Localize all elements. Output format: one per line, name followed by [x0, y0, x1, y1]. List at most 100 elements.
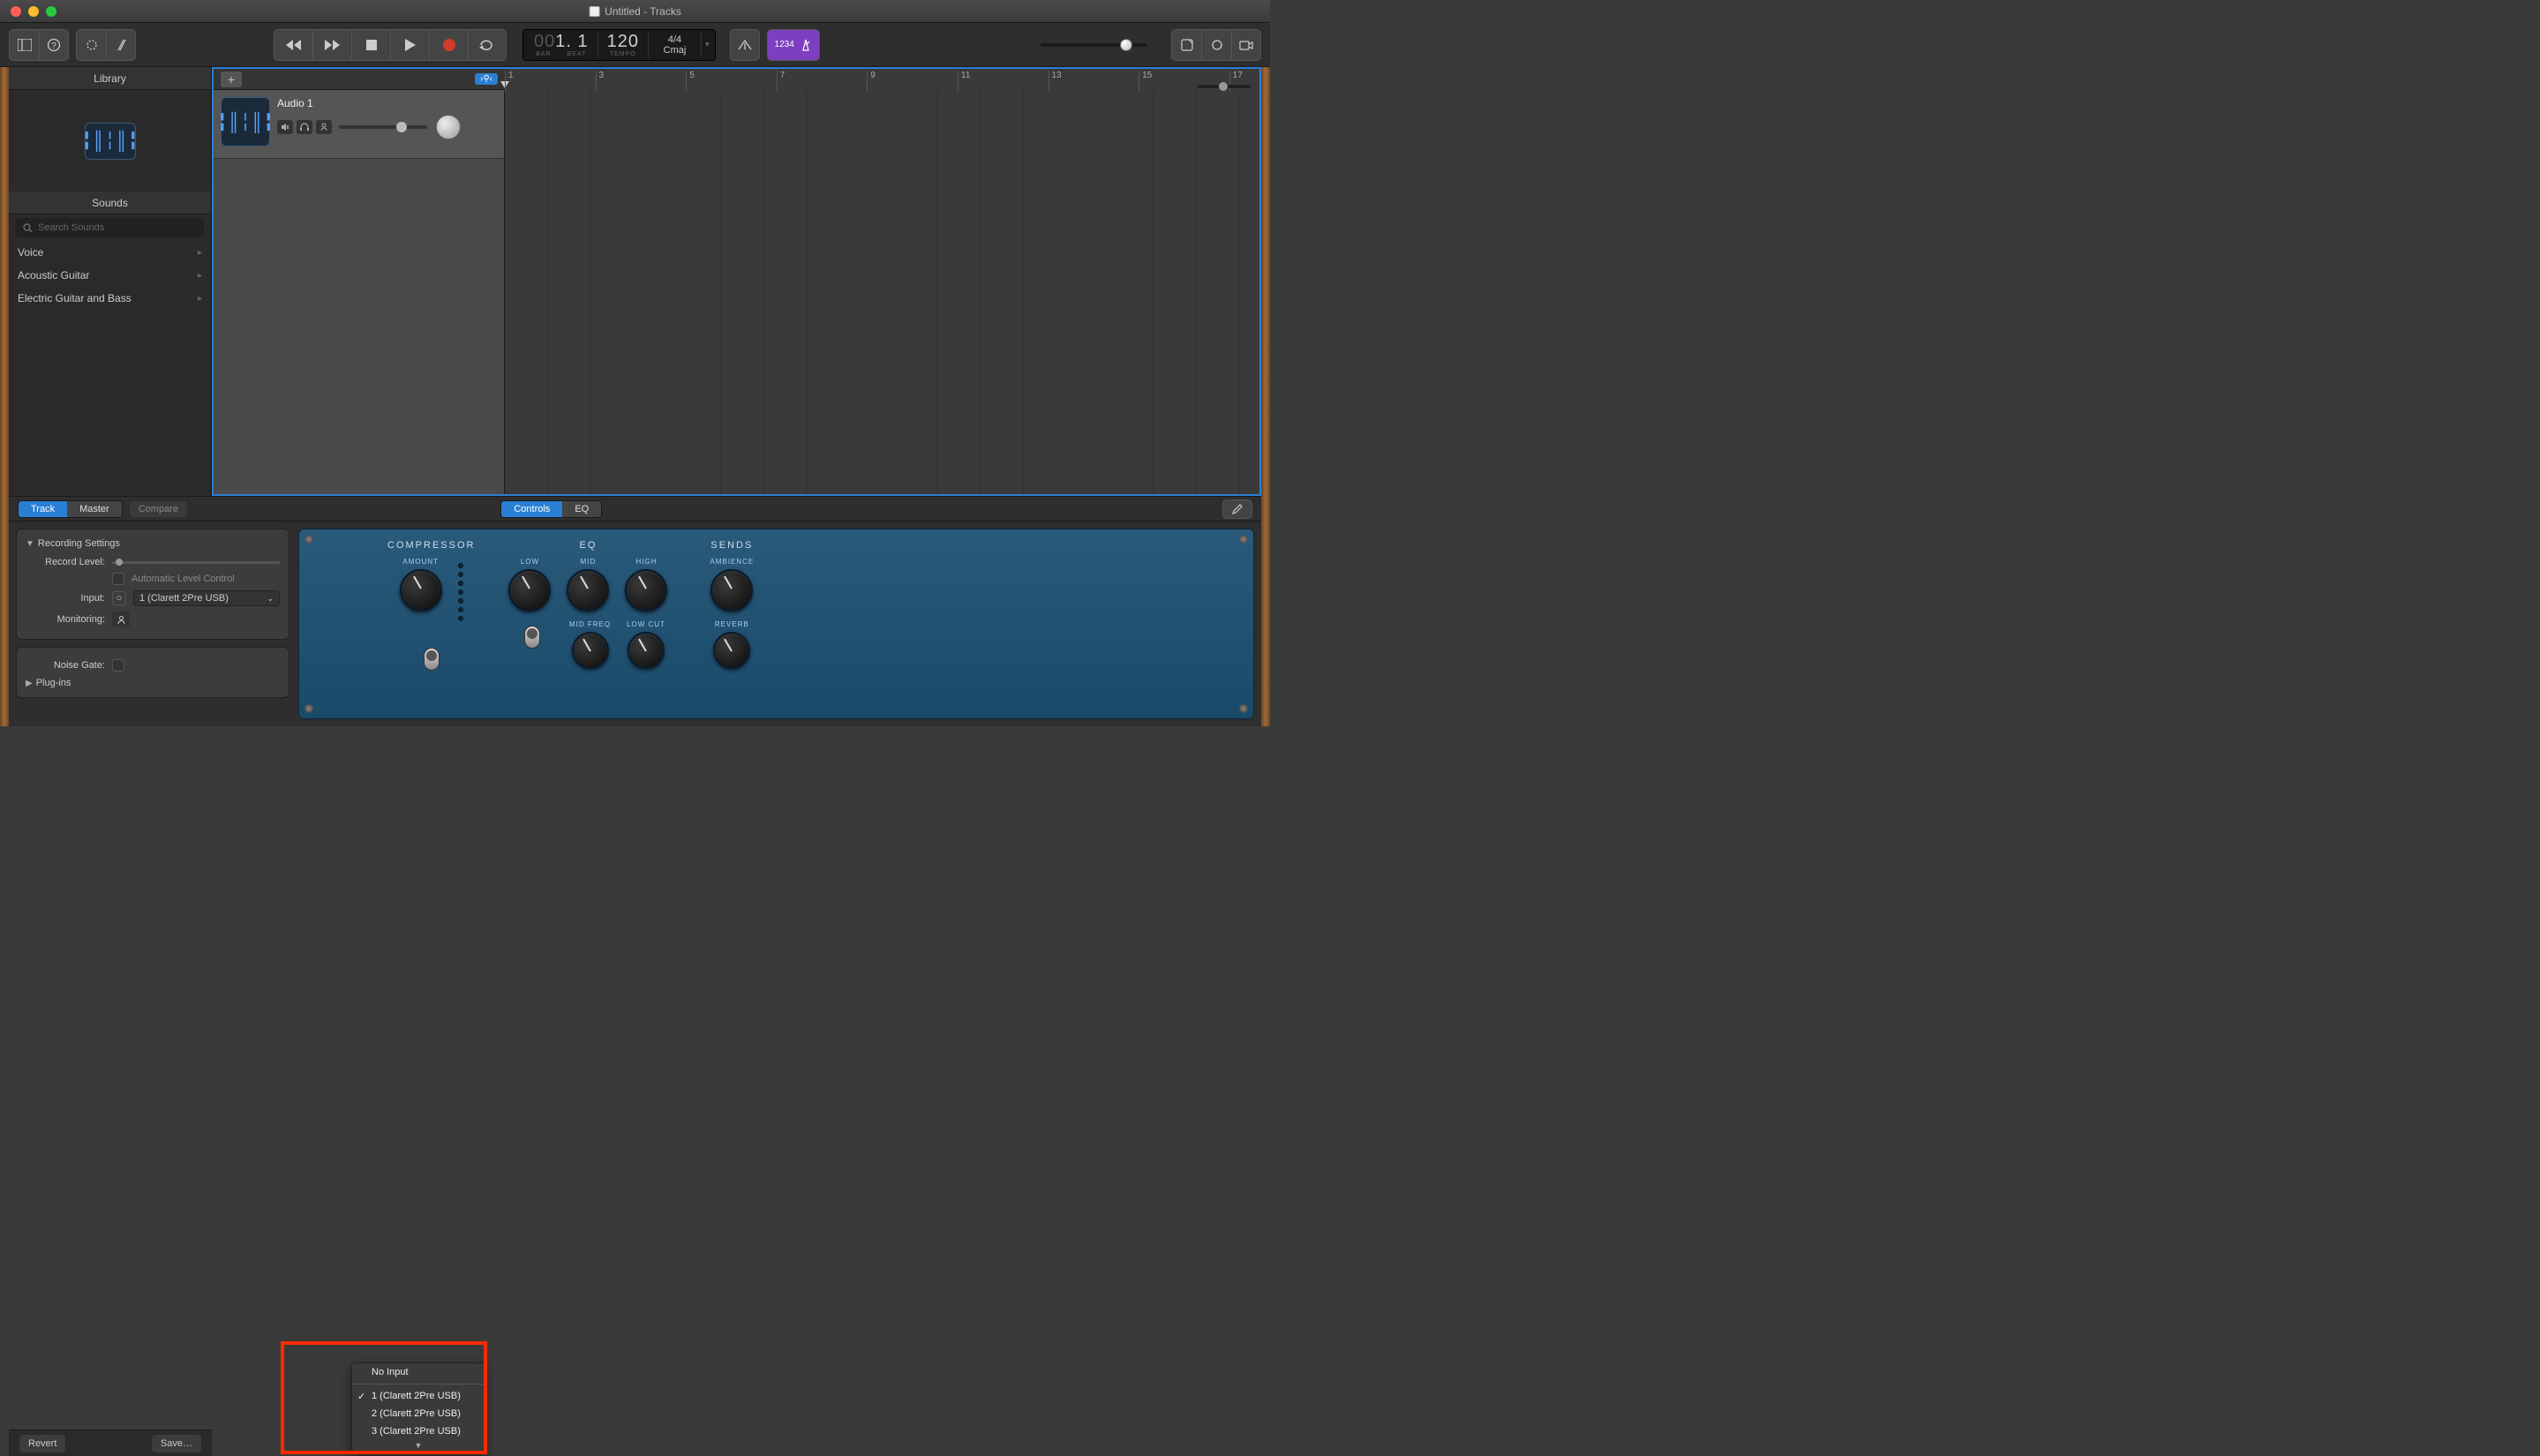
- bar-number: 13: [1048, 71, 1062, 92]
- eq-toggle[interactable]: [524, 626, 540, 649]
- menu-item-input[interactable]: 2 (Clarett 2Pre USB): [352, 1405, 485, 1422]
- menu-item-no-input[interactable]: No Input: [352, 1363, 485, 1381]
- play-button[interactable]: [390, 29, 429, 61]
- tab-master[interactable]: Master: [67, 501, 122, 517]
- record-button[interactable]: [429, 29, 468, 61]
- search-sounds-input[interactable]: Search Sounds: [16, 218, 204, 237]
- menu-item-input[interactable]: 3 (Clarett 2Pre USB): [352, 1422, 485, 1440]
- eq-lowcut-knob[interactable]: [627, 632, 665, 669]
- compressor-module: COMPRESSOR AMOUNT: [387, 540, 475, 708]
- smart-controls-button[interactable]: [76, 29, 106, 61]
- menu-item-input[interactable]: 1 (Clarett 2Pre USB): [352, 1387, 485, 1405]
- eq-high-knob[interactable]: [625, 569, 667, 612]
- master-volume[interactable]: [1041, 43, 1146, 47]
- metronome-icon: [800, 39, 812, 51]
- transport-controls: [274, 29, 507, 61]
- monitoring-button[interactable]: [112, 612, 130, 627]
- mute-button[interactable]: [277, 120, 293, 134]
- library-panel: Library ╏║╎║╏ Sounds Search Sounds Voice…: [9, 67, 212, 496]
- track-header[interactable]: ╏║╎║╏ Audio 1: [214, 90, 504, 159]
- eq-low-knob[interactable]: [508, 569, 551, 612]
- reverb-knob[interactable]: [713, 632, 750, 669]
- auto-level-checkbox[interactable]: [112, 573, 124, 585]
- track-header-list: ╏║╎║╏ Audio 1: [214, 90, 505, 494]
- close-window-button[interactable]: [11, 6, 21, 17]
- forward-button[interactable]: [312, 29, 351, 61]
- menu-scroll-down-icon[interactable]: ▼: [352, 1440, 485, 1451]
- stop-button[interactable]: [351, 29, 390, 61]
- screw-icon: [1239, 704, 1248, 713]
- recording-settings-title: Recording Settings: [38, 538, 120, 549]
- noise-gate-checkbox[interactable]: [112, 659, 124, 672]
- eq-midfreq-knob[interactable]: [572, 632, 609, 669]
- bar-number: 11: [958, 71, 970, 92]
- arrangement-lane[interactable]: [505, 90, 1259, 494]
- svg-text:?: ?: [51, 41, 56, 51]
- compressor-meter: [458, 563, 463, 621]
- tuner-button[interactable]: [730, 29, 760, 61]
- library-patch-icon: ╏║╎║╏: [85, 123, 136, 160]
- waveform-icon: ╏║╎║╏: [217, 111, 274, 133]
- compressor-amount-knob[interactable]: [400, 569, 442, 612]
- tracks-area: + ›⚲‹ 1 3 5 7 9 11 13 15 17 ╏║╎║╏: [212, 67, 1261, 496]
- library-toggle-button[interactable]: [9, 29, 39, 61]
- track-volume-slider[interactable]: [339, 125, 427, 129]
- sounds-header: Sounds: [9, 191, 211, 214]
- document-icon: [589, 6, 599, 17]
- tab-track[interactable]: Track: [19, 501, 67, 517]
- revert-button[interactable]: Revert: [19, 1435, 65, 1452]
- lcd-display[interactable]: 001. 1 BARBEAT 120 TEMPO 4/4 Cmaj ▾: [522, 29, 716, 61]
- screw-icon: [304, 535, 313, 544]
- add-track-button[interactable]: +: [221, 71, 242, 87]
- input-monitor-button[interactable]: [316, 120, 332, 134]
- rewind-button[interactable]: [274, 29, 312, 61]
- tab-controls[interactable]: Controls: [501, 501, 562, 517]
- disclosure-triangle-icon[interactable]: ▼: [26, 539, 34, 549]
- headphones-button[interactable]: [297, 120, 312, 134]
- chevron-down-icon: ⌄: [267, 594, 274, 604]
- track-pan-knob[interactable]: [436, 115, 461, 139]
- compare-button[interactable]: Compare: [130, 501, 187, 517]
- library-footer: Revert Save…: [9, 1430, 212, 1456]
- record-level-label: Record Level:: [26, 557, 105, 567]
- input-dropdown-menu: No Input 1 (Clarett 2Pre USB) 2 (Clarett…: [351, 1362, 485, 1452]
- notepad-button[interactable]: [1171, 29, 1201, 61]
- eq-mid-knob[interactable]: [567, 569, 609, 612]
- window-title: Untitled - Tracks: [589, 5, 681, 18]
- bar-number: 17: [1229, 71, 1243, 92]
- search-icon: [23, 223, 33, 233]
- edit-button[interactable]: [1222, 499, 1252, 519]
- category-item[interactable]: Acoustic Guitar▸: [9, 264, 211, 287]
- ambience-knob[interactable]: [710, 569, 753, 612]
- input-format-button[interactable]: ○: [112, 591, 126, 605]
- sound-category-list: Voice▸ Acoustic Guitar▸ Electric Guitar …: [9, 241, 211, 496]
- category-item[interactable]: Electric Guitar and Bass▸: [9, 287, 211, 310]
- compressor-toggle[interactable]: [424, 648, 440, 671]
- quick-help-button[interactable]: ?: [39, 29, 69, 61]
- zoom-window-button[interactable]: [46, 6, 56, 17]
- record-level-slider[interactable]: [112, 561, 280, 564]
- cycle-button[interactable]: [468, 29, 507, 61]
- main-toolbar: ? 001. 1 BARBEAT 120 TEMPO 4/4 Cmaj ▾ 12…: [0, 23, 1270, 67]
- horizontal-zoom-slider[interactable]: [1198, 85, 1251, 88]
- loop-browser-button[interactable]: [1201, 29, 1231, 61]
- track-name[interactable]: Audio 1: [277, 97, 497, 109]
- window-titlebar: Untitled - Tracks: [0, 0, 1270, 23]
- bar-number: 1: [505, 71, 514, 92]
- screw-icon: [1239, 535, 1248, 544]
- tab-eq[interactable]: EQ: [562, 501, 601, 517]
- category-item[interactable]: Voice▸: [9, 241, 211, 264]
- library-header: Library: [9, 67, 211, 90]
- track-icon: ╏║╎║╏: [221, 97, 270, 146]
- bar-number: 7: [777, 71, 785, 92]
- minimize-window-button[interactable]: [28, 6, 39, 17]
- count-in-button[interactable]: 1234: [767, 29, 820, 61]
- timeline-ruler[interactable]: 1 3 5 7 9 11 13 15 17: [505, 69, 1259, 90]
- save-button[interactable]: Save…: [152, 1435, 201, 1452]
- track-filter-button[interactable]: ›⚲‹: [475, 73, 498, 85]
- editors-button[interactable]: [106, 29, 136, 61]
- noise-gate-label: Noise Gate:: [26, 660, 105, 671]
- input-select[interactable]: 1 (Clarett 2Pre USB)⌄: [133, 590, 280, 606]
- disclosure-triangle-icon[interactable]: ▶: [26, 679, 33, 688]
- media-browser-button[interactable]: [1231, 29, 1261, 61]
